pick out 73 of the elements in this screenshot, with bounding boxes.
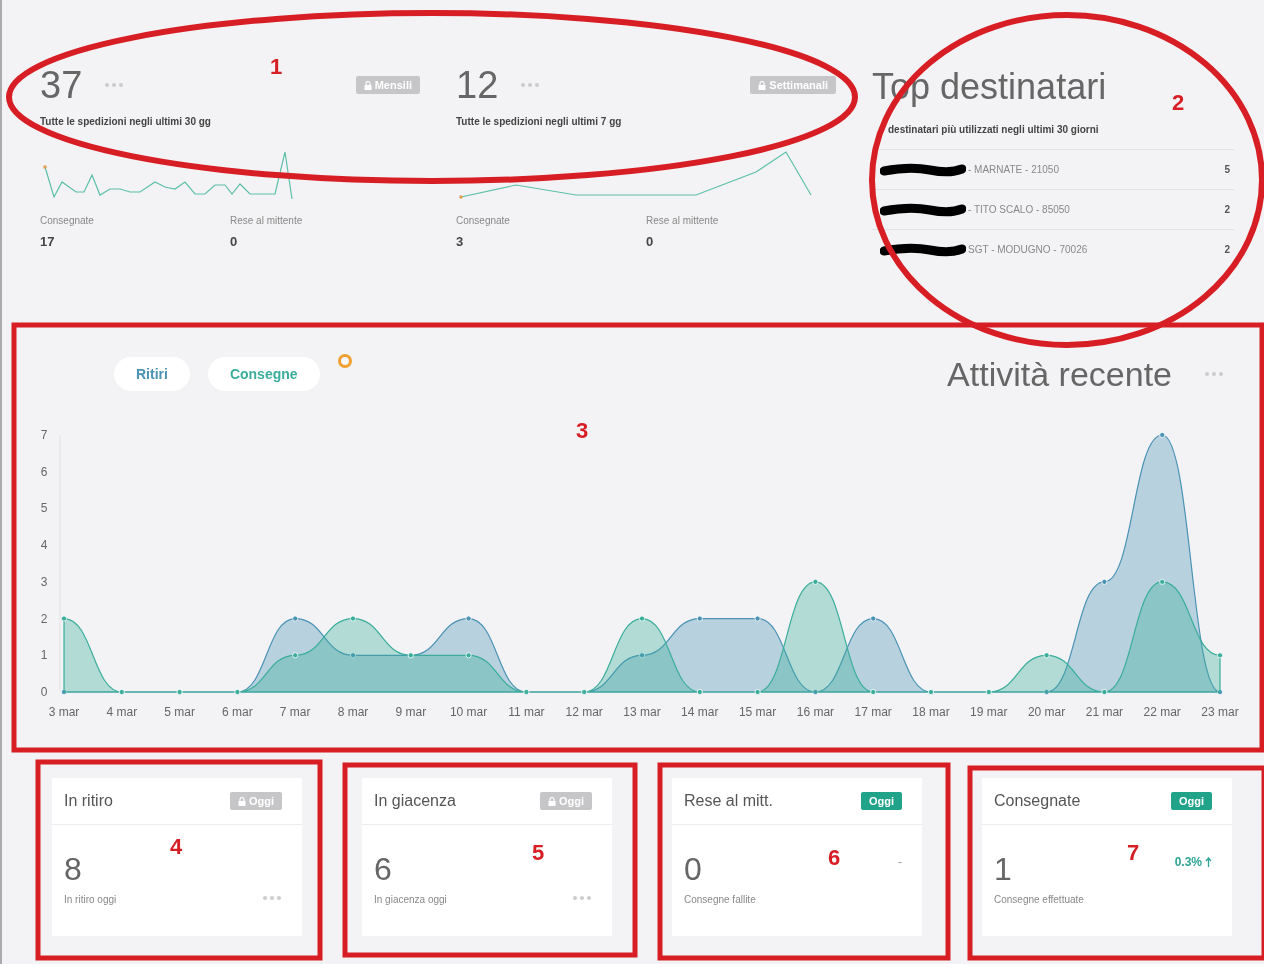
axis-label: 14 mar (681, 705, 719, 719)
badge-label: Mensili (374, 79, 412, 91)
axis-label: 4 (40, 538, 48, 553)
metric-value: 3 (456, 234, 465, 249)
metric-label: Rese al mittente (230, 215, 304, 226)
shipment-count: 12 (456, 63, 499, 107)
axis-label: 7 mar (279, 705, 311, 719)
axis-label: 5 mar (164, 705, 195, 719)
card-caption: In giacenza oggi (374, 894, 448, 905)
badge-label: Settimanali (769, 79, 828, 91)
card-delta: - (898, 855, 902, 869)
stat-description: Tutte le spedizioni negli ultimi 7 gg (456, 116, 623, 127)
metric-value: 17 (40, 234, 56, 249)
recipient-count: 2 (1224, 244, 1230, 255)
annotation-number: 5 (532, 840, 545, 865)
metric-value: 0 (230, 234, 239, 249)
annotation-number: 3 (576, 418, 589, 443)
recipient-count: 5 (1224, 164, 1230, 175)
annotation-number: 4 (170, 834, 183, 859)
card-value: 6 (374, 851, 392, 888)
metric-label: Consegnate (456, 215, 511, 226)
axis-label: 10 mar (449, 705, 488, 719)
annotation-number: 7 (1127, 840, 1140, 865)
metric-label: Consegnate (40, 215, 95, 226)
card-title: In giacenza (374, 792, 456, 810)
card-caption: In ritiro oggi (64, 894, 118, 905)
card-title: Rese al mitt. (684, 792, 773, 810)
card-title: Consegnate (994, 792, 1081, 810)
metric-label: Rese al mittente (646, 215, 720, 226)
axis-label: 21 mar (1085, 705, 1124, 719)
axis-label: 19 mar (970, 705, 1008, 719)
axis-label: 22 mar (1143, 705, 1181, 719)
recipient-count: 2 (1224, 204, 1230, 215)
axis-label: 0 (40, 685, 48, 699)
badge-label: Oggi (868, 795, 894, 807)
axis-label: 3 (40, 574, 48, 589)
axis-label: 11 mar (508, 705, 545, 719)
metric-value: 0 (646, 234, 655, 249)
axis-label: 2 (40, 611, 48, 626)
card-value: 8 (64, 851, 82, 888)
axis-label: 16 mar (796, 705, 835, 719)
axis-label: 4 mar (106, 705, 138, 719)
axis-label: 15 mar (738, 705, 777, 719)
annotation-number: 6 (828, 845, 841, 870)
axis-label: 17 mar (854, 705, 892, 719)
axis-label: 1 (40, 648, 48, 663)
badge-label: Oggi (558, 795, 584, 807)
axis-label: 12 mar (565, 705, 603, 719)
badge-label: Oggi (1178, 795, 1204, 807)
axis-label: 3 mar (48, 705, 80, 719)
axis-label: 7 (40, 429, 48, 442)
axis-label: 13 mar (623, 705, 661, 719)
card-value: 0 (684, 851, 702, 888)
axis-label: 8 mar (337, 705, 369, 719)
trend-percent: 0.3% (1174, 855, 1202, 869)
axis-label: 23 mar (1201, 705, 1239, 719)
shipment-count: 37 (40, 63, 83, 107)
axis-label: 18 mar (912, 705, 950, 719)
section-subtitle: destinatari più utilizzati negli ultimi 30 giorni (888, 124, 1100, 135)
card-value: 1 (994, 851, 1012, 888)
annotation-number: 1 (270, 54, 283, 79)
card-caption: Consegne fallite (684, 894, 757, 905)
axis-label: 6 (40, 464, 48, 479)
badge-label: Oggi (248, 795, 274, 807)
card-title: In ritiro (64, 792, 113, 810)
axis-label: 20 mar (1027, 705, 1066, 719)
axis-label: 6 mar (222, 705, 253, 719)
axis-label: 5 (40, 501, 48, 516)
annotation-number: 2 (1172, 90, 1185, 115)
stat-description: Tutte le spedizioni negli ultimi 30 gg (40, 116, 212, 127)
card-caption: Consegne effettuate (994, 894, 1085, 905)
chart-title: Attività recente (947, 354, 1172, 394)
axis-label: 9 mar (395, 705, 427, 719)
